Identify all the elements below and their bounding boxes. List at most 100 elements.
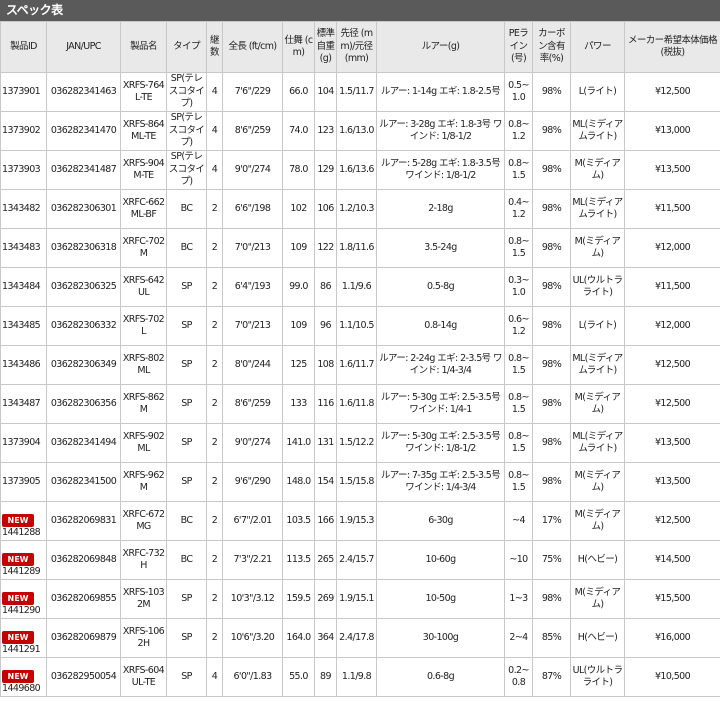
cell-price: ¥13,500 [624, 150, 720, 190]
cell-jan-upc: 036282069831 [46, 501, 121, 541]
header-power: パワー [570, 21, 625, 73]
cell-length: 6'7"/2.01 [222, 501, 283, 541]
cell-type: SP(テレスコタイプ) [166, 150, 207, 190]
cell-pieces: 2 [206, 462, 223, 502]
cell-jan-upc: 036282069848 [46, 540, 121, 580]
cell-price: ¥14,500 [624, 540, 720, 580]
cell-pe-line: 0.8~1.5 [504, 345, 533, 385]
cell-length: 7'0"/213 [222, 306, 283, 346]
cell-pe-line: 0.8~1.5 [504, 150, 533, 190]
cell-closed-length: 133 [282, 384, 315, 424]
product-id-text: 1449680 [2, 682, 41, 694]
cell-length: 8'6"/259 [222, 384, 283, 424]
spec-table-header: 製品ID JAN/UPC 製品名 タイプ 継数 全長 (ft/cm) 仕舞 (cm) 標準自重… [0, 21, 720, 73]
cell-type: BC [166, 189, 207, 229]
cell-carbon-content: 98% [532, 462, 571, 502]
cell-price: ¥10,500 [624, 657, 720, 697]
table-row: 1373903 036282341487 XRFS-904M-TE SP(テレスコタイ… [0, 150, 720, 190]
cell-pe-line: 0.4~1.2 [504, 189, 533, 229]
cell-power: ML(ミディアムライト) [570, 345, 625, 385]
cell-jan-upc: 036282306318 [46, 228, 121, 268]
cell-price: ¥12,500 [624, 72, 720, 112]
cell-tip-butt-diameter: 1.6/11.8 [336, 384, 377, 424]
cell-length: 7'6"/229 [222, 72, 283, 112]
cell-jan-upc: 036282306332 [46, 306, 121, 346]
cell-price: ¥11,500 [624, 267, 720, 307]
cell-price: ¥13,500 [624, 423, 720, 463]
cell-power: M(ミディアム) [570, 501, 625, 541]
cell-carbon-content: 98% [532, 423, 571, 463]
cell-power: M(ミディアム) [570, 579, 625, 619]
cell-tip-butt-diameter: 1.1/9.8 [336, 657, 377, 697]
cell-power: M(ミディアム) [570, 228, 625, 268]
cell-closed-length: 109 [282, 306, 315, 346]
cell-pieces: 4 [206, 150, 223, 190]
cell-closed-length: 78.0 [282, 150, 315, 190]
cell-carbon-content: 98% [532, 267, 571, 307]
cell-product-name: XRFS-962M [120, 462, 167, 502]
cell-weight: 122 [314, 228, 337, 268]
product-id-text: 1441290 [2, 604, 41, 616]
table-row: 1343482 036282306301 XRFC-662ML-BF BC 2 6'6"/… [0, 189, 720, 229]
cell-carbon-content: 98% [532, 189, 571, 229]
cell-type: SP [166, 618, 207, 658]
cell-pe-line: 0.8~1.5 [504, 384, 533, 424]
cell-price: ¥11,500 [624, 189, 720, 229]
cell-carbon-content: 98% [532, 306, 571, 346]
cell-price: ¥12,500 [624, 384, 720, 424]
cell-product-name: XRFC-672MG [120, 501, 167, 541]
cell-product-id: NEW 1441291 [0, 618, 47, 658]
cell-weight: 166 [314, 501, 337, 541]
cell-product-id: NEW 1441288 [0, 501, 47, 541]
cell-closed-length: 55.0 [282, 657, 315, 697]
cell-power: ML(ミディアムライト) [570, 111, 625, 151]
cell-power: ML(ミディアムライト) [570, 189, 625, 229]
cell-closed-length: 148.0 [282, 462, 315, 502]
cell-pe-line: 0.5~1.0 [504, 72, 533, 112]
cell-weight: 86 [314, 267, 337, 307]
cell-price: ¥15,500 [624, 579, 720, 619]
cell-carbon-content: 98% [532, 384, 571, 424]
cell-product-name: XRFS-1062H [120, 618, 167, 658]
table-row: NEW 1441288 036282069831 XRFC-672MG BC 2 6'7"/… [0, 501, 720, 541]
cell-weight: 265 [314, 540, 337, 580]
spec-table: 製品ID JAN/UPC 製品名 タイプ 継数 全長 (ft/cm) 仕舞 (cm) 標準自重… [0, 21, 720, 697]
cell-product-name: XRFC-662ML-BF [120, 189, 167, 229]
cell-jan-upc: 036282306356 [46, 384, 121, 424]
cell-jan-upc: 036282069855 [46, 579, 121, 619]
spec-table-body: 1373901 036282341463 XRFS-764L-TE SP(テレスコタイ… [0, 72, 720, 697]
cell-price: ¥12,500 [624, 345, 720, 385]
header-length: 全長 (ft/cm) [222, 21, 283, 73]
cell-tip-butt-diameter: 1.5/11.7 [336, 72, 377, 112]
new-badge: NEW [2, 669, 34, 683]
header-pieces: 継数 [206, 21, 223, 73]
cell-tip-butt-diameter: 2.4/17.8 [336, 618, 377, 658]
cell-weight: 104 [314, 72, 337, 112]
cell-length: 8'6"/259 [222, 111, 283, 151]
cell-weight: 154 [314, 462, 337, 502]
header-pe-line: PEライン(号) [504, 21, 533, 73]
cell-power: L(ライト) [570, 306, 625, 346]
cell-jan-upc: 036282306325 [46, 267, 121, 307]
cell-product-id: 1373902 [0, 111, 47, 151]
cell-power: UL(ウルトラライト) [570, 267, 625, 307]
cell-power: H(ヘビー) [570, 618, 625, 658]
new-badge: NEW [2, 630, 34, 644]
cell-closed-length: 103.5 [282, 501, 315, 541]
cell-carbon-content: 98% [532, 345, 571, 385]
header-lure-weight: ルアー(g) [376, 21, 505, 73]
table-row: 1343486 036282306349 XRFS-802ML SP 2 8'0"/244… [0, 345, 720, 385]
cell-product-id: 1343484 [0, 267, 47, 307]
cell-price: ¥13,000 [624, 111, 720, 151]
cell-closed-length: 99.0 [282, 267, 315, 307]
cell-pieces: 2 [206, 540, 223, 580]
cell-lure-weight: 0.5-8g [376, 267, 505, 307]
cell-power: ML(ミディアムライト) [570, 423, 625, 463]
cell-weight: 129 [314, 150, 337, 190]
cell-closed-length: 125 [282, 345, 315, 385]
cell-pieces: 2 [206, 501, 223, 541]
cell-product-name: XRFS-642UL [120, 267, 167, 307]
cell-tip-butt-diameter: 1.8/11.6 [336, 228, 377, 268]
cell-carbon-content: 98% [532, 111, 571, 151]
cell-product-id: 1343485 [0, 306, 47, 346]
